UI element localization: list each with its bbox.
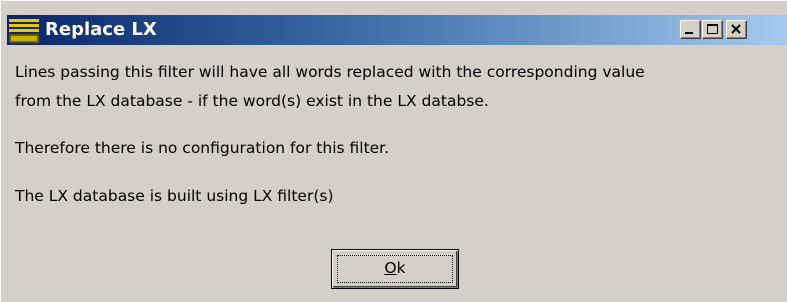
message-line-3: Therefore there is no configuration for … bbox=[15, 139, 390, 157]
maximize-icon bbox=[707, 24, 718, 34]
close-button[interactable] bbox=[726, 20, 747, 39]
ok-accelerator-key: O bbox=[384, 259, 397, 277]
message-line-1: Lines passing this filter will have all … bbox=[15, 63, 645, 81]
message-line-4: The LX database is built using LX filter… bbox=[15, 187, 334, 205]
minimize-icon bbox=[685, 32, 693, 34]
ok-button[interactable]: Ok bbox=[331, 249, 459, 289]
maximize-button[interactable] bbox=[702, 20, 723, 39]
close-icon bbox=[731, 24, 741, 34]
app-icon bbox=[9, 19, 39, 43]
message-line-2: from the LX database - if the word(s) ex… bbox=[15, 92, 489, 110]
title-bar[interactable]: Replace LX bbox=[7, 15, 787, 45]
ok-button-label: Ok bbox=[332, 259, 458, 277]
window-title: Replace LX bbox=[45, 19, 157, 40]
ok-label-rest: k bbox=[396, 259, 406, 277]
minimize-button[interactable] bbox=[680, 20, 701, 39]
dialog-window: Replace LX Lines passing this filter wil… bbox=[0, 0, 787, 302]
